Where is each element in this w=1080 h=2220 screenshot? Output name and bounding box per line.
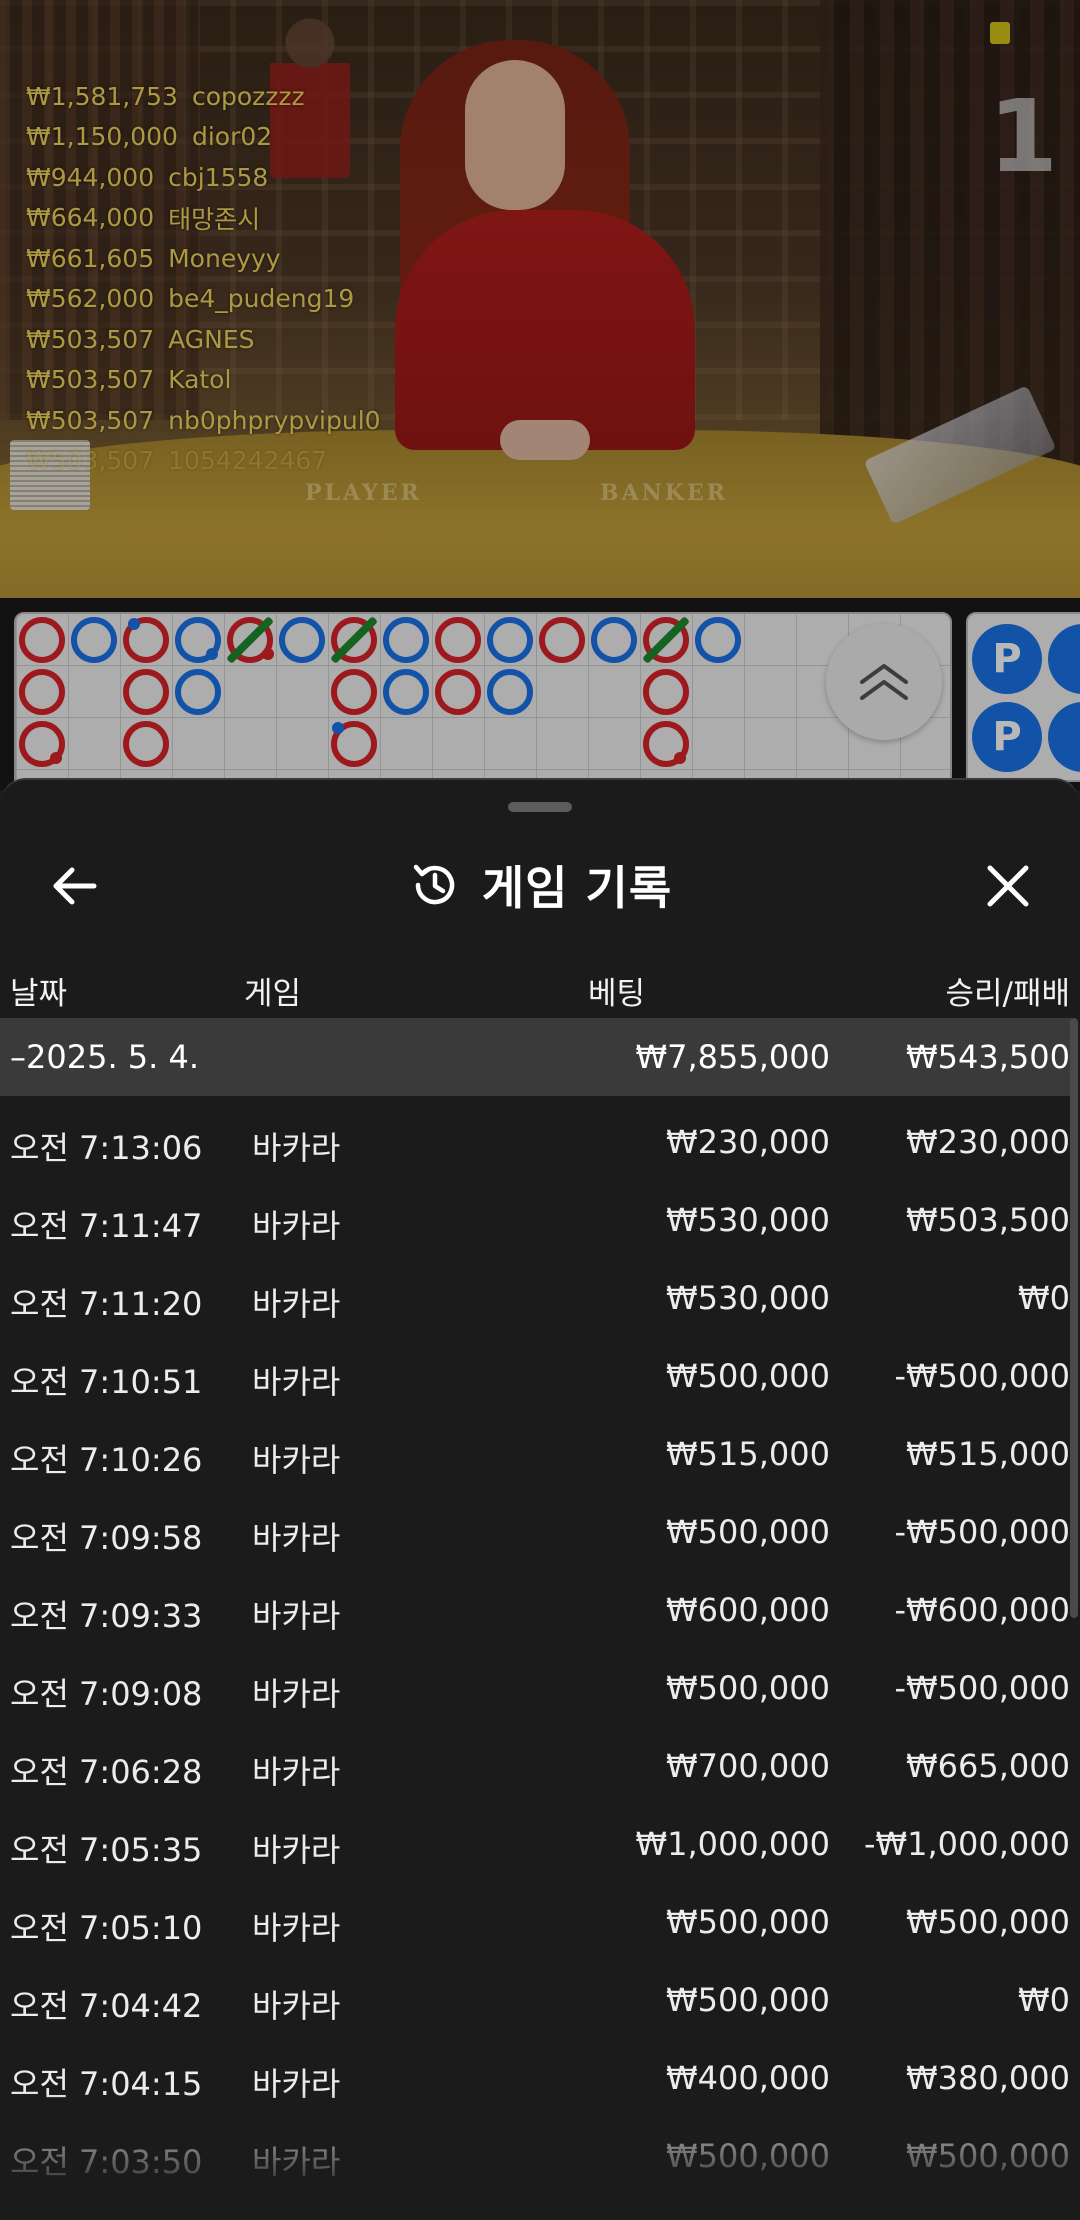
- drag-handle[interactable]: [508, 802, 572, 812]
- bead-player: P: [972, 702, 1042, 772]
- bead-player: [1048, 702, 1080, 772]
- player-circle: [487, 669, 533, 715]
- winner-row: ₩664,000 태망존시: [26, 203, 261, 234]
- table-row[interactable]: 오전 7:04:42 바카라 ₩500,000 ₩0: [0, 1961, 1072, 2039]
- table-row[interactable]: 오전 7:04:15 바카라 ₩400,000 ₩380,000: [0, 2039, 1072, 2117]
- double-chevron-up-icon: [860, 664, 908, 700]
- dealer-face: [465, 60, 565, 210]
- player-circle: [487, 617, 533, 663]
- big-road-scoreboard[interactable]: [14, 612, 952, 782]
- table-row[interactable]: 오전 7:09:58 바카라 ₩500,000 -₩500,000: [0, 1493, 1072, 1571]
- sheet-title: 게임 기록: [0, 850, 1080, 920]
- banker-pair-dot: [674, 752, 686, 764]
- round-number: 1: [988, 78, 1058, 195]
- banker-pair-dot: [262, 648, 274, 660]
- banker-circle: [123, 721, 169, 767]
- title-text: 게임 기록: [481, 861, 673, 915]
- scrollbar[interactable]: [1070, 1018, 1078, 1618]
- player-circle: [383, 617, 429, 663]
- table-row[interactable]: 오전 7:13:06 바카라 ₩230,000 ₩230,000: [0, 1103, 1072, 1181]
- column-bet: 베팅: [588, 976, 646, 1012]
- day-summary-row[interactable]: –2025. 5. 4. ₩7,855,000 ₩543,500: [0, 1018, 1072, 1096]
- winner-row: ₩1,581,753 copozzzz: [26, 81, 305, 111]
- history-table: –2025. 5. 4. ₩7,855,000 ₩543,500 오전 7:13…: [0, 1018, 1072, 2195]
- table-row[interactable]: 오전 7:10:51 바카라 ₩500,000 -₩500,000: [0, 1337, 1072, 1415]
- banker-circle: [643, 669, 689, 715]
- banker-circle: [331, 669, 377, 715]
- player-circle: [695, 617, 741, 663]
- dealer-hands: [500, 420, 590, 460]
- summary-bet: ₩7,855,000: [635, 1038, 831, 1076]
- bead-player: [1048, 624, 1080, 694]
- history-icon: [413, 864, 455, 905]
- bead-player: P: [972, 624, 1042, 694]
- winner-row: ₩503,507 Katol: [26, 365, 232, 395]
- bead-road[interactable]: P P: [966, 612, 1080, 782]
- curtain-right: [820, 0, 1080, 480]
- table-row[interactable]: 오전 7:05:10 바카라 ₩500,000 ₩500,000: [0, 1883, 1072, 1961]
- table-row[interactable]: 오전 7:03:50 바카라 ₩500,000 ₩500,000: [0, 2117, 1072, 2195]
- table-row[interactable]: 오전 7:06:28 바카라 ₩700,000 ₩665,000: [0, 1727, 1072, 1805]
- player-circle: [175, 669, 221, 715]
- banker-circle: [539, 617, 585, 663]
- table-row[interactable]: 오전 7:11:47 바카라 ₩530,000 ₩503,500: [0, 1181, 1072, 1259]
- column-date: 날짜: [10, 976, 68, 1012]
- player-circle: [591, 617, 637, 663]
- banker-circle: [435, 669, 481, 715]
- winner-row: ₩944,000 cbj1558: [26, 162, 269, 192]
- player-pair-dot: [206, 648, 218, 660]
- live-video: PLAYER BANKER 1 ₩1,581,753 copozzzz ₩1,15…: [0, 0, 1080, 598]
- table-row[interactable]: 오전 7:09:33 바카라 ₩600,000 -₩600,000: [0, 1571, 1072, 1649]
- column-result: 승리/패배: [945, 976, 1070, 1012]
- column-game: 게임: [244, 976, 302, 1012]
- game-history-sheet: 게임 기록 날짜 게임 베팅 승리/패배 –2025. 5. 4. ₩7,855…: [0, 778, 1080, 2220]
- winner-row: ₩503,507 nb0phprypvipul0: [26, 405, 381, 435]
- table-row[interactable]: 오전 7:05:35 바카라 ₩1,000,000 -₩1,000,000: [0, 1805, 1072, 1883]
- table-row[interactable]: 오전 7:10:26 바카라 ₩515,000 ₩515,000: [0, 1415, 1072, 1493]
- winner-row: ₩503,507 1054242467: [26, 446, 328, 476]
- player-pair-dot: [128, 618, 140, 630]
- player-pair-dot: [332, 722, 344, 734]
- sheet-header: 게임 기록: [0, 830, 1080, 940]
- table-row[interactable]: 오전 7:09:08 바카라 ₩500,000 -₩500,000: [0, 1649, 1072, 1727]
- summary-date: –2025. 5. 4.: [10, 1038, 200, 1076]
- banker-circle: [19, 617, 65, 663]
- dealer-body: [395, 210, 695, 450]
- table-row[interactable]: 오전 7:11:20 바카라 ₩530,000 ₩0: [0, 1259, 1072, 1337]
- close-button[interactable]: [978, 856, 1038, 916]
- winner-row: ₩562,000 be4_pudeng19: [26, 284, 355, 314]
- banker-circle: [19, 669, 65, 715]
- player-circle: [279, 617, 325, 663]
- summary-result: ₩543,500: [906, 1038, 1070, 1076]
- player-table-label: PLAYER: [305, 480, 422, 506]
- banker-pair-dot: [50, 752, 62, 764]
- winner-row: ₩503,507 AGNES: [26, 324, 255, 354]
- winner-row: ₩661,605 Moneyyy: [26, 243, 281, 273]
- player-circle: [71, 617, 117, 663]
- expand-roadmap-button[interactable]: [826, 624, 942, 740]
- live-indicator-icon: [990, 22, 1010, 44]
- winner-row: ₩1,150,000 dior02: [26, 122, 273, 152]
- banker-circle: [123, 669, 169, 715]
- close-icon: [987, 865, 1029, 907]
- banker-circle: [435, 617, 481, 663]
- player-circle: [383, 669, 429, 715]
- recent-winners-list: ₩1,581,753 copozzzz ₩1,150,000 dior02 ₩944…: [26, 76, 381, 481]
- banker-table-label: BANKER: [600, 480, 728, 506]
- table-header: 날짜 게임 베팅 승리/패배: [0, 958, 1080, 1018]
